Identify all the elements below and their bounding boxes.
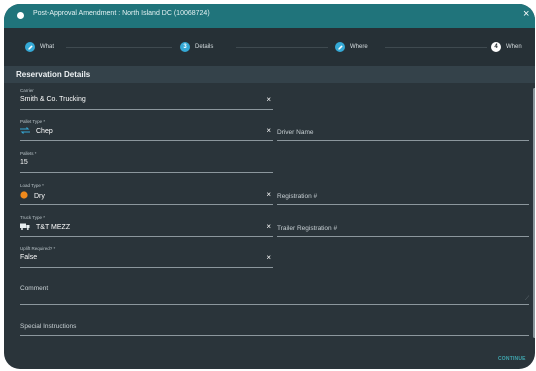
section-header: Reservation Details [4, 66, 535, 83]
pallet-type-value: Chep [36, 128, 53, 135]
pallet-type-select[interactable]: Pallet Type * Chep × [20, 119, 273, 141]
special-instructions-input[interactable]: Special Instructions [20, 321, 529, 336]
field-value: T&T MEZZ [20, 223, 70, 232]
continue-button[interactable]: CONTINUE [498, 356, 526, 362]
dialog-title: Post-Approval Amendment : North Island D… [33, 10, 210, 17]
field-label: Load Type * [20, 183, 44, 188]
carrier-field[interactable]: Carrier Smith & Co. Trucking × [20, 88, 273, 110]
field-label: Truck Type * [20, 215, 46, 220]
step-number-badge: 3 [180, 42, 190, 52]
scrollbar[interactable] [533, 88, 535, 338]
clear-icon[interactable]: × [266, 127, 271, 135]
field-label: Pallets * [20, 151, 37, 156]
step-connector [66, 47, 172, 48]
field-placeholder: Special Instructions [20, 323, 77, 330]
step-label: Details [195, 44, 214, 50]
truck-icon [20, 223, 30, 232]
clear-icon[interactable]: × [266, 223, 271, 231]
field-label: Carrier [20, 88, 34, 93]
load-type-select[interactable]: Load Type * Dry × [20, 183, 273, 205]
step-number-badge: 4 [491, 42, 501, 52]
clear-icon[interactable]: × [266, 254, 271, 262]
dialog-titlebar: Post-Approval Amendment : North Island D… [4, 4, 535, 28]
field-value: Dry [20, 191, 45, 201]
step-when[interactable]: 4 When [491, 41, 522, 53]
wizard-stepper: What 3 Details Where 4 When [4, 28, 535, 66]
field-placeholder: Comment [20, 285, 49, 292]
field-placeholder: Trailer Registration # [277, 225, 338, 232]
step-label: When [506, 44, 522, 50]
orange-dot-icon [20, 191, 28, 201]
field-label: Uplift Required? * [20, 246, 56, 251]
driver-name-input[interactable]: Driver Name [277, 121, 529, 141]
step-connector [236, 47, 328, 48]
trailer-registration-input[interactable]: Trailer Registration # [277, 217, 529, 237]
step-connector [385, 47, 487, 48]
close-icon[interactable]: × [523, 9, 529, 20]
status-dot-icon [17, 12, 24, 19]
truck-type-select[interactable]: Truck Type * T&T MEZZ × [20, 215, 273, 237]
field-label: Pallet Type * [20, 119, 46, 124]
step-details[interactable]: 3 Details [180, 41, 213, 53]
comment-textarea[interactable]: Comment [20, 282, 529, 305]
field-placeholder: Registration # [277, 193, 318, 200]
uplift-required-select[interactable]: Uplift Required? * False × [20, 246, 273, 268]
resize-grip-icon[interactable]: ⟋ [525, 296, 529, 303]
pencil-icon [335, 42, 345, 52]
pallets-input[interactable]: Pallets * 15 [20, 151, 273, 173]
load-type-value: Dry [34, 192, 45, 200]
clear-icon[interactable]: × [266, 191, 271, 199]
step-what[interactable]: What [25, 41, 54, 53]
field-value: False [20, 254, 38, 261]
field-value: 15 [20, 159, 28, 166]
step-label: What [40, 44, 55, 50]
pencil-icon [25, 42, 35, 52]
section-title: Reservation Details [16, 70, 91, 79]
amendment-dialog: Post-Approval Amendment : North Island D… [4, 4, 535, 369]
swap-icon [20, 127, 30, 136]
step-label: Where [350, 44, 368, 50]
clear-icon[interactable]: × [266, 96, 271, 104]
field-value: Chep [20, 127, 53, 136]
field-placeholder: Driver Name [277, 129, 314, 136]
truck-type-value: T&T MEZZ [36, 224, 71, 231]
registration-input[interactable]: Registration # [277, 185, 529, 205]
step-where[interactable]: Where [335, 41, 368, 53]
field-value: Smith & Co. Trucking [20, 96, 86, 103]
